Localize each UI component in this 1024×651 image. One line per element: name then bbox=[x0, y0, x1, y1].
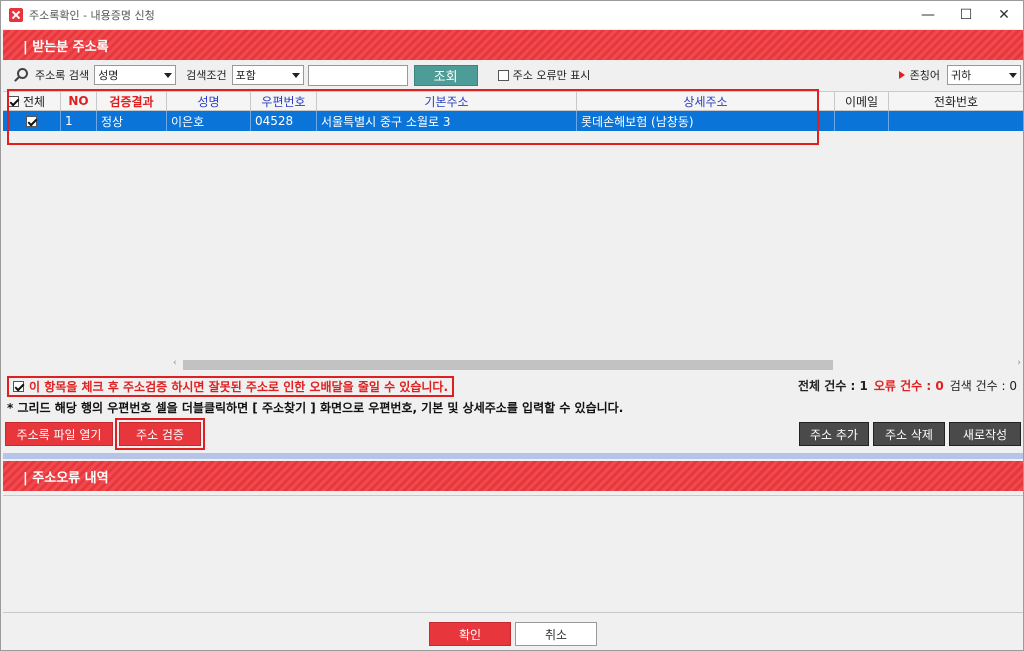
chevron-down-icon bbox=[291, 72, 300, 78]
horizontal-scrollbar[interactable]: ‹ › bbox=[171, 358, 1023, 372]
search-input[interactable] bbox=[307, 64, 408, 86]
row-phone[interactable] bbox=[889, 111, 1023, 131]
minimize-button[interactable]: — bbox=[909, 1, 947, 29]
error-section-title: | 주소오류 내역 bbox=[23, 470, 109, 486]
section-divider bbox=[3, 453, 1023, 459]
recipient-grid: 전체 NO 검증결과 성명 우편번호 기본주소 상세주소 이메일 전화번호 1 … bbox=[3, 89, 1023, 373]
total-count: 전체 건수 : 1 bbox=[798, 379, 868, 393]
honorific-select[interactable]: 귀하 bbox=[947, 65, 1021, 85]
chevron-down-icon bbox=[164, 72, 173, 78]
row-email[interactable] bbox=[835, 111, 889, 131]
delete-address-button[interactable]: 주소 삭제 bbox=[873, 422, 945, 446]
search-toolbar: 주소록 검색 성명 검색조건 포함 조회 주소 오류만 표시 존칭어 귀하 bbox=[3, 61, 1023, 89]
honorific-value: 귀하 bbox=[951, 69, 972, 82]
verify-address-button[interactable]: 주소 검증 bbox=[119, 422, 201, 446]
window-title: 주소록확인 - 내용증명 신청 bbox=[29, 9, 155, 22]
add-address-button[interactable]: 주소 추가 bbox=[799, 422, 869, 446]
new-button[interactable]: 새로작성 bbox=[949, 422, 1021, 446]
honorific-group: 존칭어 귀하 bbox=[898, 65, 1021, 85]
cancel-button[interactable]: 취소 bbox=[515, 622, 597, 646]
error-only-label: 주소 오류만 표시 bbox=[512, 69, 591, 82]
notice-text: 이 항목을 체크 후 주소검증 하시면 잘못된 주소로 인한 오배달을 줄일 수… bbox=[29, 380, 449, 394]
verify-notice: 이 항목을 체크 후 주소검증 하시면 잘못된 주소로 인한 오배달을 줄일 수… bbox=[7, 376, 455, 397]
search-label: 주소록 검색 bbox=[35, 69, 90, 82]
grid-hint: * 그리드 해당 행의 우편번호 셀을 더블클릭하면 [ 주소찾기 ] 화면으로… bbox=[7, 401, 624, 415]
error-only-checkbox[interactable] bbox=[497, 69, 509, 81]
lookup-button[interactable]: 조회 bbox=[413, 64, 478, 86]
app-logo-icon bbox=[9, 8, 23, 22]
close-button[interactable]: ✕ bbox=[985, 1, 1023, 29]
search-icon bbox=[13, 68, 28, 82]
chevron-down-icon bbox=[1009, 72, 1017, 78]
notice-highlight: 이 항목을 체크 후 주소검증 하시면 잘못된 주소로 인한 오배달을 줄일 수… bbox=[7, 376, 455, 397]
error-list bbox=[3, 495, 1023, 613]
honorific-label: 존칭어 bbox=[909, 69, 940, 82]
dialog-window: 주소록확인 - 내용증명 신청 — ☐ ✕ | 받는분 주소록 주소록 검색 성… bbox=[0, 0, 1024, 651]
error-only-toggle[interactable]: 주소 오류만 표시 bbox=[497, 67, 591, 83]
highlight-annotation bbox=[7, 89, 819, 145]
open-file-button[interactable]: 주소록 파일 열기 bbox=[5, 422, 113, 446]
count-summary: 전체 건수 : 1 오류 건수 : 0 검색 건수 : 0 bbox=[798, 377, 1017, 394]
search-field-select[interactable]: 성명 bbox=[94, 65, 177, 85]
ok-button[interactable]: 확인 bbox=[429, 622, 511, 646]
recipient-section-header: | 받는분 주소록 bbox=[3, 30, 1023, 60]
window-controls: — ☐ ✕ bbox=[909, 1, 1023, 29]
error-section-header: | 주소오류 내역 bbox=[3, 461, 1023, 491]
triangle-right-icon bbox=[898, 71, 905, 79]
scroll-left-icon[interactable]: ‹ bbox=[173, 358, 177, 368]
scrollbar-thumb[interactable] bbox=[183, 360, 833, 370]
header-phone[interactable]: 전화번호 bbox=[889, 92, 1023, 110]
condition-value: 포함 bbox=[235, 69, 256, 82]
search-field-value: 성명 bbox=[98, 69, 119, 82]
header-email[interactable]: 이메일 bbox=[835, 92, 889, 110]
search-count: 검색 건수 : 0 bbox=[949, 379, 1017, 393]
scroll-right-icon[interactable]: › bbox=[1017, 358, 1021, 368]
title-bar: 주소록확인 - 내용증명 신청 — ☐ ✕ bbox=[1, 1, 1023, 29]
recipient-section-title: | 받는분 주소록 bbox=[23, 39, 109, 55]
notice-checkbox[interactable] bbox=[13, 381, 24, 392]
condition-select[interactable]: 포함 bbox=[231, 65, 304, 85]
condition-label: 검색조건 bbox=[186, 69, 227, 82]
maximize-button[interactable]: ☐ bbox=[947, 1, 985, 29]
error-count: 오류 건수 : 0 bbox=[873, 379, 944, 393]
